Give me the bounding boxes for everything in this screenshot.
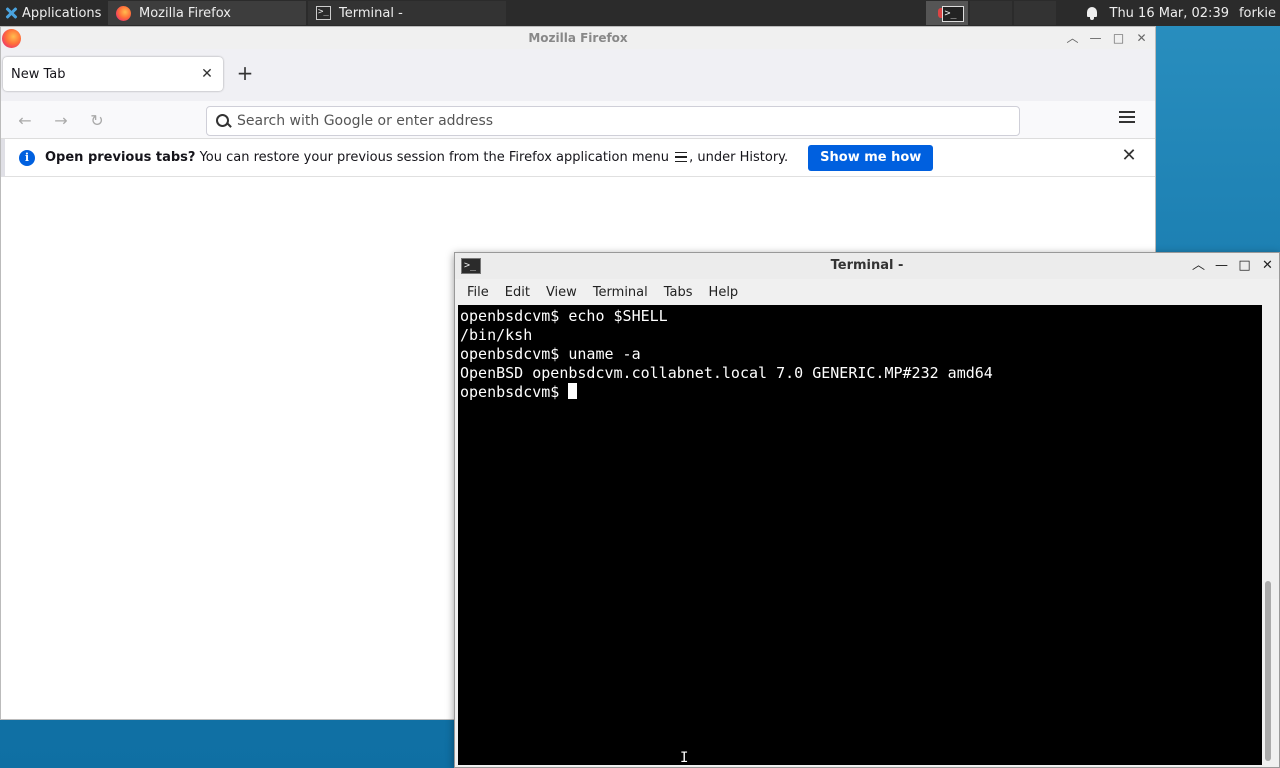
user-menu[interactable]: forkie xyxy=(1239,6,1276,21)
xfce-logo-icon xyxy=(4,6,18,20)
address-bar[interactable] xyxy=(206,106,1020,136)
menu-view[interactable]: View xyxy=(540,285,583,300)
infobar-close-icon[interactable]: ✕ xyxy=(1121,147,1137,165)
forward-arrow-icon[interactable]: → xyxy=(49,109,73,133)
infobar-message: Open previous tabs? You can restore your… xyxy=(45,150,788,165)
notification-bell-icon[interactable] xyxy=(1084,5,1100,21)
terminal-titlebar[interactable]: >_ Terminal - ︿ — □ ✕ xyxy=(455,253,1279,279)
back-arrow-icon[interactable]: ← xyxy=(13,109,37,133)
hamburger-menu-icon[interactable] xyxy=(1119,111,1135,125)
scrollbar-thumb[interactable] xyxy=(1265,581,1271,761)
text-cursor xyxy=(568,383,578,399)
taskbar-item-label: Terminal - xyxy=(339,5,403,21)
menu-edit[interactable]: Edit xyxy=(499,285,536,300)
terminal-window-controls: ︿ — □ ✕ xyxy=(1191,258,1275,273)
terminal-menubar: File Edit View Terminal Tabs Help xyxy=(455,279,1279,305)
infobar-text-before: You can restore your previous session fr… xyxy=(195,150,674,165)
close-window-icon[interactable]: ✕ xyxy=(1134,31,1149,46)
terminal-line: openbsdcvm$ echo $SHELL xyxy=(460,307,668,325)
minimize-window-icon[interactable]: — xyxy=(1214,258,1229,273)
menu-tabs[interactable]: Tabs xyxy=(658,285,699,300)
menu-file[interactable]: File xyxy=(461,285,495,300)
menu-terminal[interactable]: Terminal xyxy=(587,285,654,300)
taskbar-item-terminal[interactable]: >_ Terminal - xyxy=(308,1,506,25)
shade-window-icon[interactable]: ︿ xyxy=(1191,258,1206,273)
info-icon: i xyxy=(19,149,35,166)
terminal-line: openbsdcvm$ uname -a xyxy=(460,345,641,363)
tab-close-icon[interactable]: ✕ xyxy=(199,66,215,82)
reload-icon[interactable]: ↻ xyxy=(85,109,109,133)
infobar-text-after: , under History. xyxy=(689,150,789,165)
terminal-window-title: Terminal - xyxy=(830,258,904,273)
tab-new-tab[interactable]: New Tab ✕ xyxy=(3,57,223,91)
firefox-icon xyxy=(116,5,131,21)
shade-window-icon[interactable]: ︿ xyxy=(1065,31,1080,46)
terminal-window-thumb-icon: >_ xyxy=(941,6,964,22)
taskbar-item-label: Mozilla Firefox xyxy=(139,5,231,21)
terminal-output[interactable]: openbsdcvm$ echo $SHELL /bin/ksh openbsd… xyxy=(458,305,1262,765)
terminal-scrollbar[interactable] xyxy=(1262,305,1274,765)
workspace-switcher-3[interactable] xyxy=(1013,1,1056,25)
new-tab-plus-icon[interactable]: + xyxy=(235,63,255,83)
search-icon xyxy=(207,106,237,136)
terminal-window: >_ Terminal - ︿ — □ ✕ File Edit View Ter… xyxy=(454,252,1280,768)
workspace-switcher-1[interactable]: >_ xyxy=(925,1,968,25)
taskbar-item-firefox[interactable]: Mozilla Firefox xyxy=(108,1,306,25)
panel-clock[interactable]: Thu 16 Mar, 02:39 xyxy=(1110,6,1229,21)
firefox-window-controls: ︿ — □ ✕ xyxy=(1065,27,1149,49)
maximize-window-icon[interactable]: □ xyxy=(1237,258,1252,273)
restore-session-infobar: i Open previous tabs? You can restore yo… xyxy=(1,139,1155,177)
terminal-line: /bin/ksh xyxy=(460,326,533,344)
url-input[interactable] xyxy=(237,113,1019,129)
firefox-tabbar: New Tab ✕ + xyxy=(1,49,1155,101)
minimize-window-icon[interactable]: — xyxy=(1088,31,1103,46)
show-me-how-button[interactable]: Show me how xyxy=(808,144,934,171)
workspace-switcher-2[interactable] xyxy=(969,1,1012,25)
firefox-window-title: Mozilla Firefox xyxy=(528,31,628,45)
app-menu-icon xyxy=(675,151,688,162)
ibeam-cursor-icon: I xyxy=(680,750,689,766)
firefox-navbar: ← → ↻ xyxy=(1,101,1155,139)
applications-menu-button[interactable]: Applications xyxy=(0,0,108,26)
terminal-prompt: openbsdcvm$ xyxy=(460,383,569,401)
tab-label: New Tab xyxy=(11,66,66,82)
terminal-prompt-line: openbsdcvm$ xyxy=(460,383,1260,402)
menu-help[interactable]: Help xyxy=(703,285,745,300)
close-window-icon[interactable]: ✕ xyxy=(1260,258,1275,273)
terminal-line: OpenBSD openbsdcvm.collabnet.local 7.0 G… xyxy=(460,364,993,382)
maximize-window-icon[interactable]: □ xyxy=(1111,31,1126,46)
applications-label: Applications xyxy=(22,5,102,21)
terminal-icon: >_ xyxy=(316,6,331,20)
firefox-titlebar[interactable]: Mozilla Firefox ︿ — □ ✕ xyxy=(1,27,1155,49)
infobar-title: Open previous tabs? xyxy=(45,150,196,165)
top-panel: Applications Mozilla Firefox >_ Terminal… xyxy=(0,0,1280,26)
